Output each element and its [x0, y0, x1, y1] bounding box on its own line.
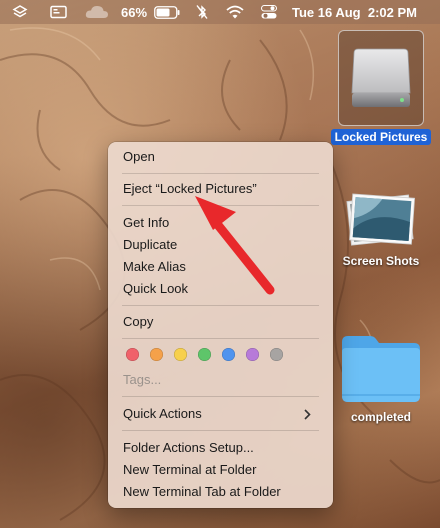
- menu-item-duplicate[interactable]: Duplicate: [123, 235, 323, 255]
- menu-item-make-alias[interactable]: Make Alias: [123, 257, 323, 277]
- menu-separator: [122, 338, 319, 339]
- tag-yellow-dot[interactable]: [174, 348, 187, 361]
- tag-blue-dot[interactable]: [222, 348, 235, 361]
- bluetooth-icon[interactable]: [192, 0, 212, 24]
- tag-red-dot[interactable]: [126, 348, 139, 361]
- menu-item-new-terminal-tab-at-folder[interactable]: New Terminal Tab at Folder: [123, 482, 323, 502]
- menu-item-open[interactable]: Open: [123, 147, 323, 167]
- menu-item-get-info[interactable]: Get Info: [123, 213, 323, 233]
- context-menu: Open Eject “Locked Pictures” Get Info Du…: [108, 142, 333, 508]
- cloud-icon[interactable]: [82, 0, 112, 24]
- menu-item-quick-actions[interactable]: Quick Actions: [123, 404, 323, 424]
- menu-bar: 66% Tue 16 Aug 2:02 PM: [0, 0, 440, 24]
- external-drive-icon: [351, 48, 411, 107]
- desktop-item-locked-pictures[interactable]: Locked Pictures: [330, 30, 432, 145]
- desktop-item-label: Screen Shots: [342, 254, 420, 268]
- tag-green-dot[interactable]: [198, 348, 211, 361]
- clock[interactable]: Tue 16 Aug 2:02 PM: [292, 5, 417, 20]
- battery-icon[interactable]: [152, 0, 182, 24]
- tag-orange-dot[interactable]: [150, 348, 163, 361]
- menu-item-tags[interactable]: Tags...: [123, 370, 323, 390]
- display-icon[interactable]: [46, 0, 70, 24]
- desktop-item-completed[interactable]: completed: [333, 330, 429, 425]
- photo-stack-icon: [346, 193, 416, 246]
- desktop-item-screen-shots[interactable]: Screen Shots: [333, 190, 429, 269]
- desktop-item-label: completed: [350, 410, 411, 424]
- menu-item-quick-actions-label: Quick Actions: [123, 406, 202, 421]
- menu-separator: [122, 205, 319, 206]
- selection-box: [338, 30, 424, 126]
- menu-separator: [122, 430, 319, 431]
- menu-item-copy[interactable]: Copy: [123, 312, 323, 332]
- menu-item-folder-actions-setup[interactable]: Folder Actions Setup...: [123, 438, 323, 458]
- folder-icon: [342, 336, 420, 402]
- wifi-icon[interactable]: [224, 0, 246, 24]
- desktop: 66% Tue 16 Aug 2:02 PM Locked Pictures S…: [0, 0, 440, 528]
- chevron-right-icon: [304, 404, 311, 424]
- battery-percent: 66%: [120, 4, 148, 20]
- menu-item-new-terminal-at-folder[interactable]: New Terminal at Folder: [123, 460, 323, 480]
- menu-item-quick-look[interactable]: Quick Look: [123, 279, 323, 299]
- menu-separator: [122, 173, 319, 174]
- desktop-item-label: Locked Pictures: [330, 129, 432, 145]
- menu-item-eject[interactable]: Eject “Locked Pictures”: [123, 179, 323, 199]
- control-center-icon[interactable]: [258, 0, 280, 24]
- tag-gray-dot[interactable]: [270, 348, 283, 361]
- layers-icon[interactable]: [8, 0, 32, 24]
- tag-purple-dot[interactable]: [246, 348, 259, 361]
- menu-separator: [122, 396, 319, 397]
- menu-separator: [122, 305, 319, 306]
